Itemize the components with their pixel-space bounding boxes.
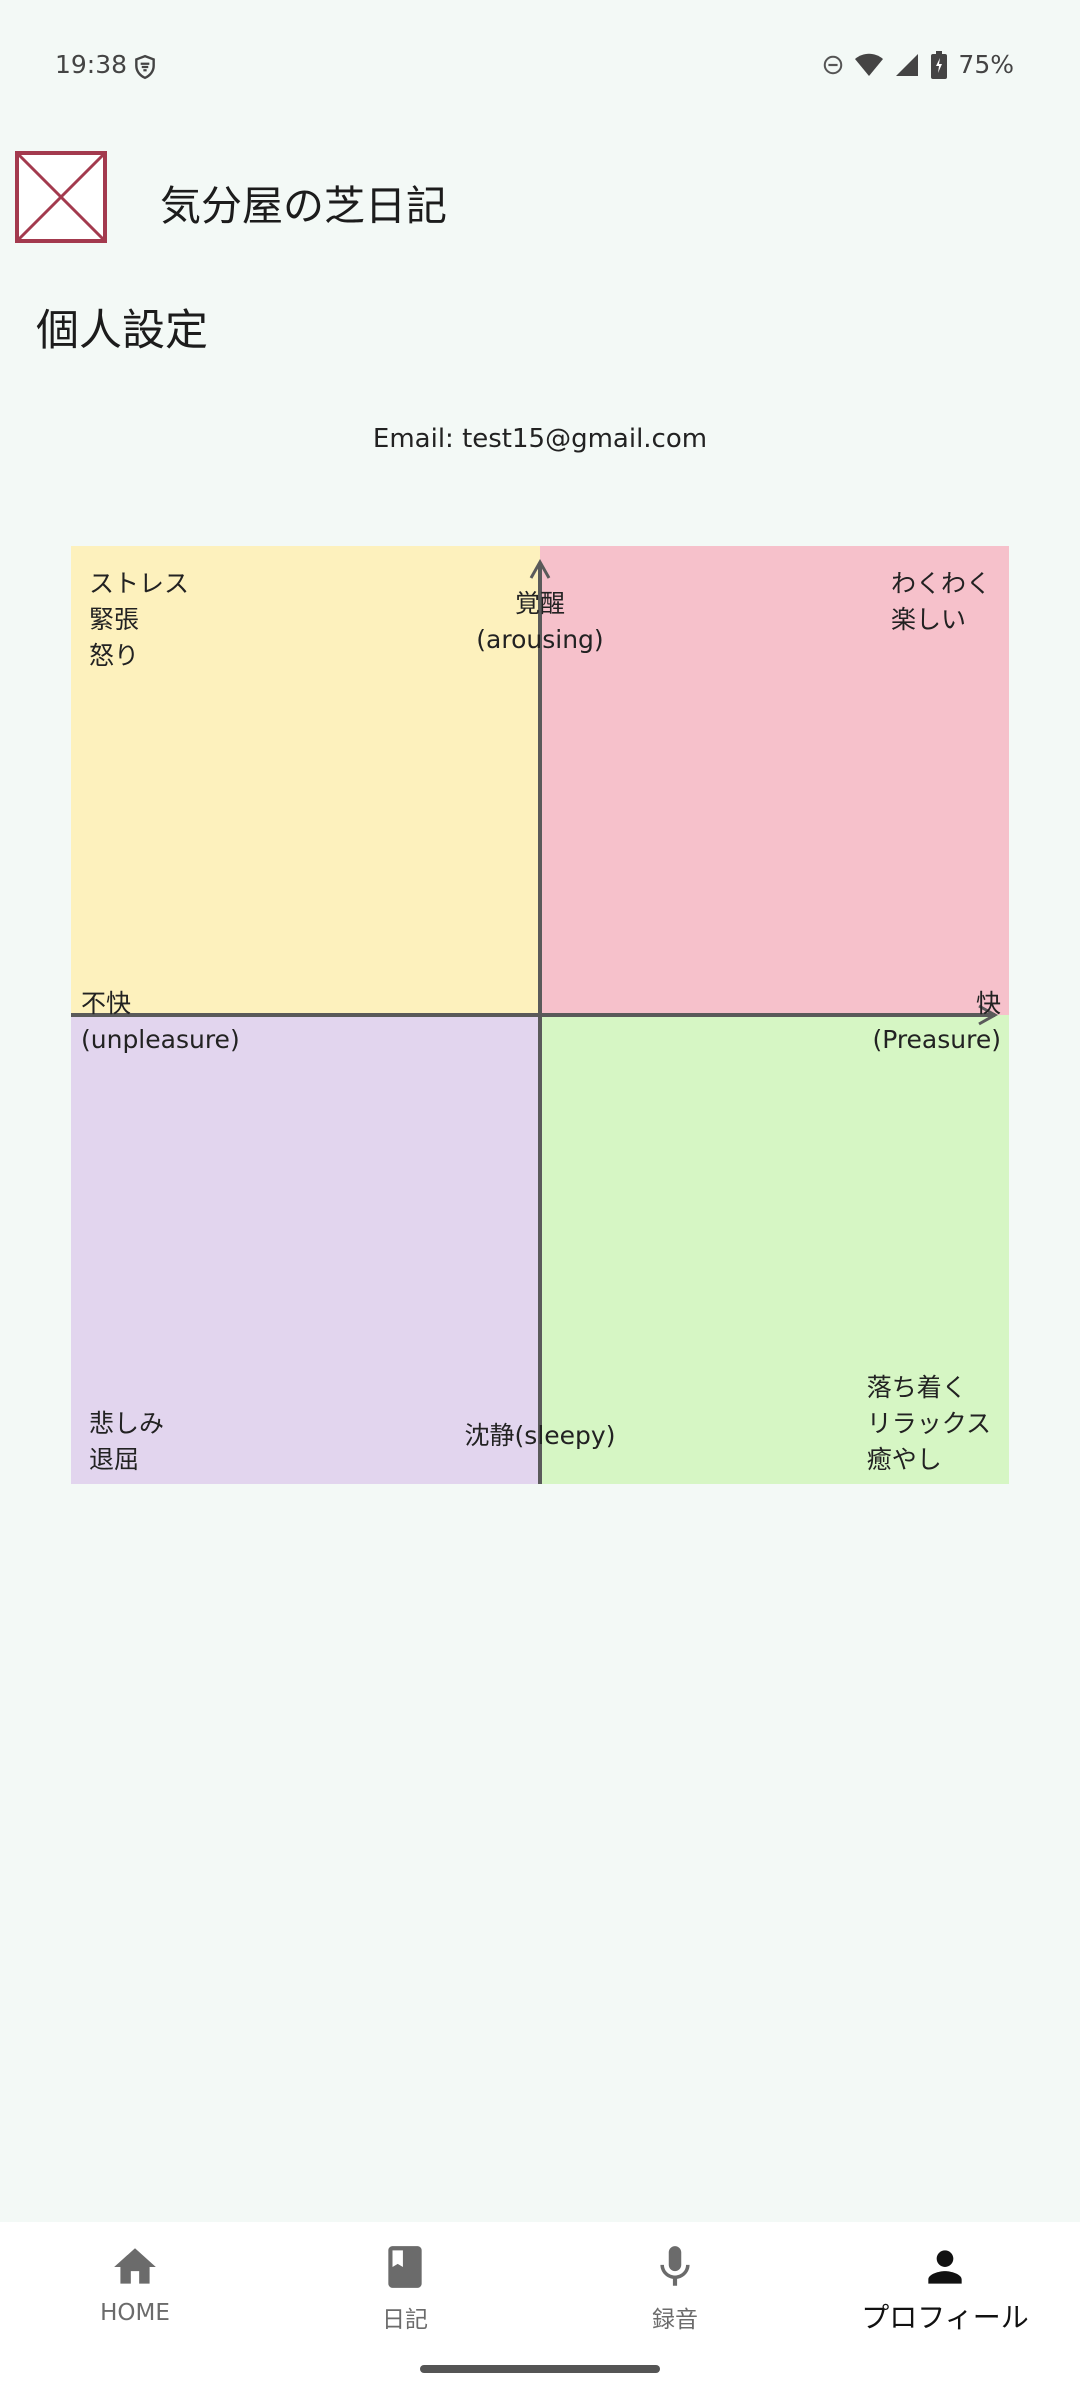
axis-label-unpleasure: 不快 (unpleasure) bbox=[81, 986, 240, 1058]
quadrant-label-relaxed: 落ち着く リラックス 癒やし bbox=[867, 1370, 991, 1478]
battery-icon bbox=[931, 50, 948, 79]
mood-grid: 覚醒 (arousing) 不快 (unpleasure) 快 (Preasur… bbox=[71, 546, 1009, 1484]
dnd-icon bbox=[824, 55, 843, 74]
mood-word: 退屈 bbox=[89, 1445, 140, 1474]
quadrant-label-sad: 悲しみ 退屈 bbox=[89, 1406, 164, 1478]
status-time: 19:38 bbox=[55, 50, 128, 79]
axis-label-arousing-jp: 覚醒 bbox=[514, 589, 565, 618]
vpn-shield-icon bbox=[135, 54, 155, 80]
axis-label-unpleasure-jp: 不快 bbox=[81, 989, 132, 1018]
quadrant-label-excited: わくわく 楽しい bbox=[891, 566, 991, 638]
nav-label-diary: 日記 bbox=[382, 2307, 428, 2333]
axis-label-unpleasure-en: (unpleasure) bbox=[81, 1025, 240, 1054]
page-title: 個人設定 bbox=[36, 306, 208, 356]
mood-word: わくわく bbox=[890, 569, 991, 598]
axis-label-arousing: 覚醒 (arousing) bbox=[71, 586, 1009, 658]
home-icon bbox=[114, 2248, 156, 2284]
mood-word: 癒やし bbox=[866, 1445, 942, 1474]
mood-word: ストレス bbox=[89, 569, 190, 598]
axis-label-pleasure-en: (Preasure) bbox=[872, 1025, 1001, 1054]
book-icon bbox=[388, 2246, 422, 2288]
app-title: 気分屋の芝日記 bbox=[160, 182, 447, 230]
mood-word: 悲しみ bbox=[89, 1409, 165, 1438]
mood-word: リラックス bbox=[866, 1409, 991, 1438]
nav-item-home[interactable]: HOME bbox=[0, 2222, 270, 2372]
nav-item-record[interactable]: 録音 bbox=[540, 2222, 810, 2372]
axis-label-arousing-en: (arousing) bbox=[476, 625, 604, 654]
nav-label-profile: プロフィール bbox=[861, 2301, 1029, 2334]
status-icons: 75% bbox=[822, 50, 1014, 79]
nav-item-profile[interactable]: プロフィール bbox=[810, 2222, 1080, 2372]
battery-percent: 75% bbox=[958, 50, 1014, 79]
bottom-navigation: HOME 日記 録音 プロフィール bbox=[0, 2222, 1080, 2400]
quadrant-label-stress: ストレス 緊張 怒り bbox=[89, 566, 189, 674]
nav-label-home: HOME bbox=[100, 2300, 170, 2326]
wifi-icon bbox=[855, 53, 884, 76]
mood-word: 楽しい bbox=[890, 605, 966, 634]
nav-item-diary[interactable]: 日記 bbox=[270, 2222, 540, 2372]
mood-word: 落ち着く bbox=[866, 1373, 967, 1402]
mood-word: 怒り bbox=[89, 641, 140, 670]
signal-icon bbox=[896, 53, 919, 76]
email-text: Email: test15@gmail.com bbox=[372, 424, 708, 454]
person-icon bbox=[928, 2250, 962, 2284]
gesture-home-indicator[interactable] bbox=[420, 2365, 660, 2373]
mic-icon bbox=[660, 2246, 690, 2286]
nav-label-record: 録音 bbox=[652, 2307, 698, 2333]
axis-label-pleasure: 快 (Preasure) bbox=[872, 986, 1001, 1058]
axis-label-pleasure-jp: 快 bbox=[975, 989, 1001, 1018]
mood-word: 緊張 bbox=[89, 605, 140, 634]
app-logo-broken-image-icon bbox=[15, 151, 107, 243]
status-bar: 19:38 75% bbox=[0, 0, 1080, 136]
